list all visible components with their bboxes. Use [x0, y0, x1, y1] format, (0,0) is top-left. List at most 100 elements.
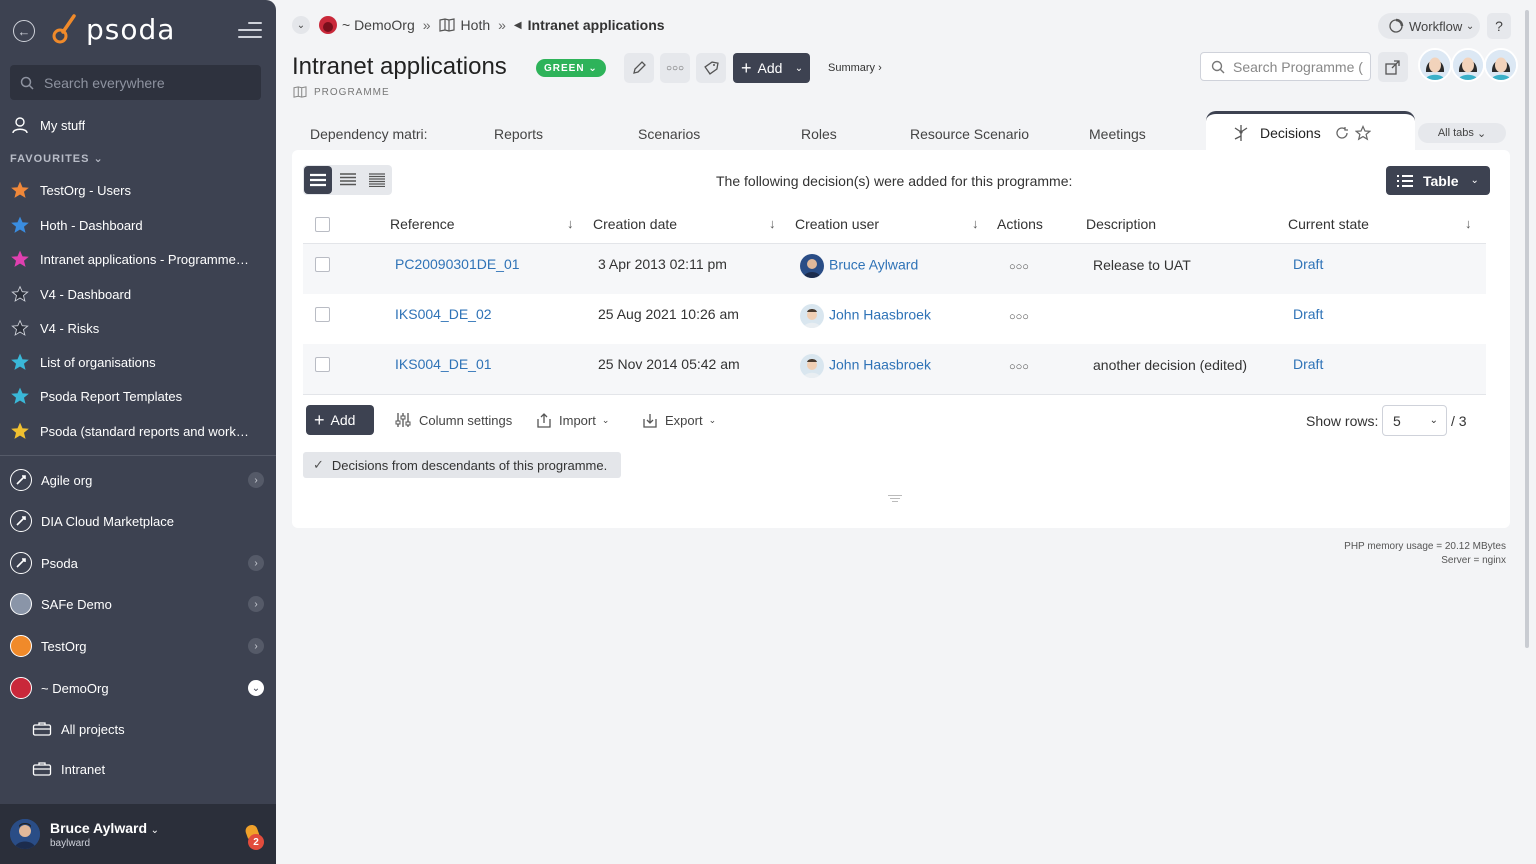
more-actions-button[interactable]: ○○○	[660, 53, 690, 83]
sidebar-favourite-item[interactable]: List of organisations	[10, 350, 260, 374]
view-mode-button[interactable]: Table ⌄	[1386, 166, 1490, 195]
sidebar-favourite-item[interactable]: Intranet applications - Programme…	[10, 247, 260, 271]
column-header-reference[interactable]: Reference	[390, 216, 455, 232]
decision-reference-link[interactable]: PC20090301DE_01	[395, 256, 520, 272]
chevron-right-icon[interactable]: ›	[248, 472, 264, 488]
chevron-down-icon[interactable]: ⌄	[788, 53, 810, 83]
refresh-icon[interactable]	[1335, 126, 1349, 140]
sidebar-org-item[interactable]: DIA Cloud Marketplace	[10, 508, 270, 534]
density-comfortable-button[interactable]	[304, 166, 332, 194]
decision-reference-link[interactable]: IKS004_DE_01	[395, 356, 492, 372]
decision-description: Release to UAT	[1093, 257, 1191, 273]
avatar[interactable]	[1484, 48, 1518, 82]
decision-state-link[interactable]: Draft	[1293, 306, 1323, 322]
all-tabs-button[interactable]: All tabs ⌄	[1418, 123, 1506, 143]
export-button[interactable]: Export ⌄	[642, 405, 716, 435]
sidebar-org-label: Psoda	[41, 555, 78, 571]
column-header-description[interactable]: Description	[1086, 216, 1156, 232]
tag-button[interactable]	[696, 53, 726, 83]
sidebar-item-my-stuff[interactable]: My stuff	[10, 113, 260, 137]
chevron-right-icon[interactable]: ›	[248, 638, 264, 654]
row-total: / 3	[1451, 413, 1467, 429]
favourites-heading[interactable]: FAVOURITES ⌄	[10, 152, 104, 165]
sidebar-favourite-item[interactable]: V4 - Dashboard	[10, 282, 260, 306]
user-menu[interactable]: Bruce Aylward ⌄ baylward 2	[0, 804, 276, 864]
add-decision-button[interactable]: + Add	[306, 405, 374, 435]
sidebar-org-item[interactable]: Agile org ›	[10, 467, 270, 493]
caret-left-icon: ◀	[513, 19, 522, 31]
sort-arrow-icon[interactable]: ↓	[972, 216, 979, 231]
page-scrollbar[interactable]	[1525, 0, 1531, 864]
column-header-creation-date[interactable]: Creation date	[593, 216, 677, 232]
decision-reference-link[interactable]: IKS004_DE_02	[395, 306, 492, 322]
help-button[interactable]: ?	[1487, 13, 1511, 39]
chevron-down-icon[interactable]: ⌄	[292, 16, 310, 34]
summary-link[interactable]: Summary ›	[828, 62, 882, 74]
avatar[interactable]	[1451, 48, 1485, 82]
sidebar-favourite-item[interactable]: Psoda (standard reports and work…	[10, 419, 260, 443]
rows-per-page-select[interactable]: 5 ⌄	[1382, 405, 1447, 436]
user-link[interactable]: Bruce Aylward	[829, 257, 918, 273]
star-icon[interactable]	[1354, 124, 1371, 141]
sidebar-org-item[interactable]: ~ DemoOrg ⌄	[10, 675, 270, 701]
column-settings-button[interactable]: Column settings	[394, 405, 512, 435]
tab-decisions[interactable]: Decisions	[1206, 111, 1415, 151]
status-badge[interactable]: GREEN ⌄	[536, 59, 606, 77]
sidebar-header: ← psoda	[0, 0, 276, 62]
avatar[interactable]	[1418, 48, 1452, 82]
tab-resource-scenarios[interactable]: Resource Scenario:	[910, 126, 1030, 142]
workflow-button[interactable]: Workflow ⌄	[1378, 13, 1480, 39]
tab-reports[interactable]: Reports	[494, 126, 543, 142]
decision-state-link[interactable]: Draft	[1293, 356, 1323, 372]
row-actions-more-icon[interactable]: ○○○	[1009, 311, 1029, 323]
sidebar-org-item[interactable]: TestOrg ›	[10, 633, 270, 659]
tab-roles[interactable]: Roles	[801, 126, 837, 142]
decision-state-link[interactable]: Draft	[1293, 256, 1323, 272]
sidebar-item-intranet[interactable]: Intranet	[32, 757, 105, 781]
chevron-right-icon[interactable]: ›	[248, 596, 264, 612]
row-checkbox[interactable]	[315, 307, 330, 322]
density-compact-button[interactable]	[363, 166, 391, 194]
breadcrumb-org[interactable]: ~ DemoOrg	[342, 17, 415, 33]
sidebar-favourite-item[interactable]: Psoda Report Templates	[10, 384, 260, 408]
sidebar-org-item[interactable]: Psoda ›	[10, 550, 270, 576]
user-link[interactable]: John Haasbroek	[829, 307, 931, 323]
decisions-intro-text: The following decision(s) were added for…	[716, 173, 1073, 189]
collapse-sidebar-icon[interactable]	[238, 22, 262, 40]
edit-button[interactable]	[624, 53, 654, 83]
row-actions-more-icon[interactable]: ○○○	[1009, 361, 1029, 373]
import-button[interactable]: Import ⌄	[536, 405, 609, 435]
user-link[interactable]: John Haasbroek	[829, 357, 931, 373]
sidebar-item-all-projects[interactable]: All projects	[32, 717, 125, 741]
sidebar-favourite-item[interactable]: Hoth - Dashboard	[10, 213, 260, 237]
sidebar-favourite-item[interactable]: V4 - Risks	[10, 316, 260, 340]
chevron-right-icon[interactable]: ›	[248, 555, 264, 571]
tab-meetings[interactable]: Meetings	[1089, 126, 1146, 142]
row-actions-more-icon[interactable]: ○○○	[1009, 261, 1029, 273]
row-checkbox[interactable]	[315, 257, 330, 272]
back-icon[interactable]: ←	[13, 20, 35, 42]
column-header-current-state[interactable]: Current state	[1288, 216, 1369, 232]
sort-arrow-icon[interactable]: ↓	[567, 216, 574, 231]
tab-scenarios[interactable]: Scenarios	[638, 126, 700, 142]
descendants-toggle[interactable]: ✓ Decisions from descendants of this pro…	[303, 452, 621, 478]
select-all-checkbox[interactable]	[315, 217, 330, 232]
programme-search-input[interactable]: Search Programme (	[1200, 52, 1371, 81]
density-medium-button[interactable]	[334, 166, 362, 194]
column-header-creation-user[interactable]: Creation user	[795, 216, 879, 232]
sidebar-org-item[interactable]: SAFe Demo ›	[10, 591, 270, 617]
sort-arrow-icon[interactable]: ↓	[769, 216, 776, 231]
psoda-logo[interactable]: psoda	[50, 12, 175, 46]
open-external-button[interactable]	[1378, 52, 1408, 82]
list-icon	[309, 173, 326, 187]
sidebar-favourite-item[interactable]: TestOrg - Users	[10, 178, 260, 202]
list-icon	[339, 173, 356, 186]
row-checkbox[interactable]	[315, 357, 330, 372]
global-search-input[interactable]: Search everywhere	[10, 65, 261, 100]
chevron-down-icon[interactable]: ⌄	[248, 680, 264, 696]
tab-dependency-matrix[interactable]: Dependency matri:	[310, 126, 430, 142]
breadcrumb-parent[interactable]: Hoth	[461, 17, 491, 33]
add-button[interactable]: + Add ⌄	[733, 53, 810, 83]
sort-arrow-icon[interactable]: ↓	[1465, 216, 1472, 231]
resize-handle[interactable]	[888, 495, 902, 504]
